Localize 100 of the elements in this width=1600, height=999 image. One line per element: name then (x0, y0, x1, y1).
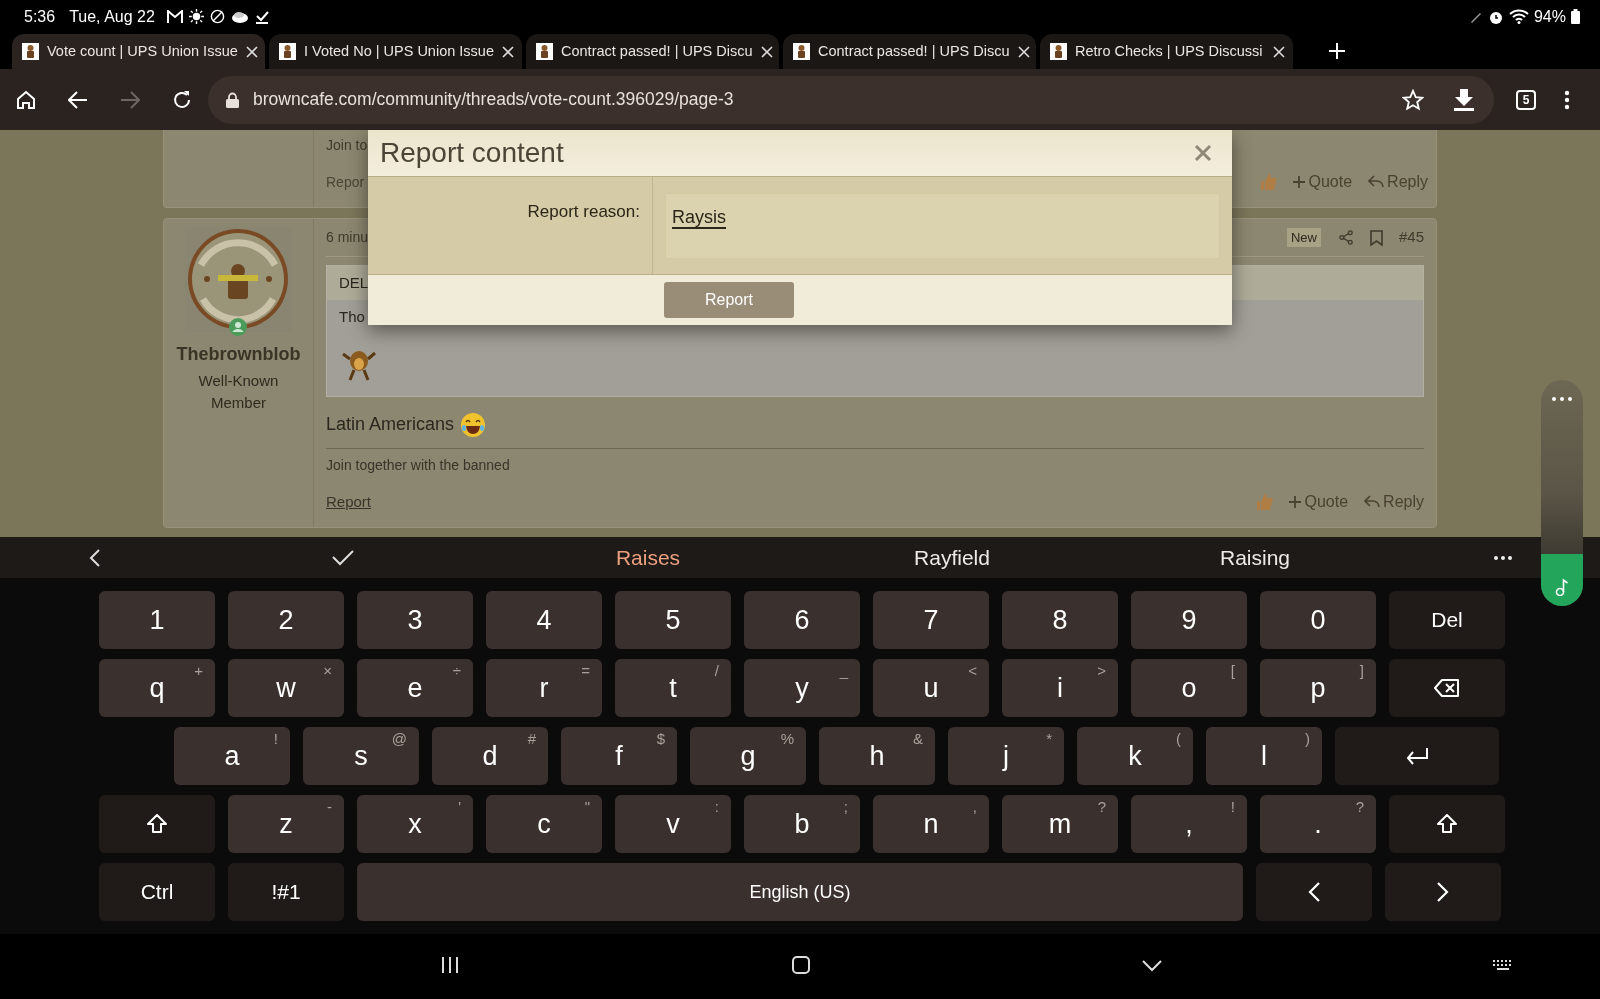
keyboard-key[interactable]: 5 (615, 591, 731, 649)
plus-icon (1292, 176, 1305, 188)
music-note-icon[interactable] (1555, 578, 1569, 596)
key-hint: > (1097, 663, 1106, 678)
keyboard-key[interactable]: . ? (1260, 795, 1376, 853)
keyboard-key[interactable]: !#1 (228, 863, 344, 921)
home-button-icon[interactable] (789, 956, 813, 974)
tab-count[interactable]: 5 (1516, 89, 1536, 110)
keyboard-key[interactable]: p ] (1260, 659, 1376, 717)
keyboard-key[interactable]: g % (690, 727, 806, 785)
keyboard-key[interactable]: u < (873, 659, 989, 717)
suggestion[interactable]: Rayfield (914, 541, 990, 574)
keyboard-key[interactable]: f $ (561, 727, 677, 785)
suggestion[interactable]: Raises (615, 541, 681, 574)
keyboard-key[interactable]: d # (432, 727, 548, 785)
user-title: Well-Known Member (197, 371, 280, 413)
keyboard-key[interactable]: w × (228, 659, 344, 717)
mail-icon (166, 9, 183, 24)
keyboard-key[interactable]: t / (615, 659, 731, 717)
chevron-right-icon (1436, 882, 1450, 902)
post-message: Latin Americans (326, 413, 455, 436)
browser-tab[interactable]: Retro Checks | UPS Discussi (1040, 34, 1293, 69)
url-text: browncafe.com/community/threads/vote-count.396029/page-3 (253, 88, 735, 112)
browser-tab[interactable]: Contract passed! | UPS Discu (783, 34, 1036, 69)
reply-icon (1368, 175, 1385, 189)
keyboard-key[interactable]: English (US) (357, 863, 1243, 921)
sun-icon (188, 9, 204, 24)
keyboard-key[interactable]: Ctrl (99, 863, 215, 921)
keyboard-key[interactable]: i > (1002, 659, 1118, 717)
keyboard-key[interactable]: e ÷ (357, 659, 473, 717)
lock-icon (226, 91, 239, 108)
quote-text: Tho (338, 307, 366, 327)
back-icon[interactable] (68, 90, 88, 109)
reload-icon[interactable] (172, 89, 192, 110)
key-hint: ( (1176, 731, 1181, 746)
floating-panel[interactable] (1541, 380, 1583, 606)
download-icon[interactable] (1454, 88, 1474, 111)
share-icon[interactable] (1338, 230, 1354, 245)
bookmark-icon[interactable] (1369, 229, 1383, 246)
battery-percentage: 94% (1533, 6, 1566, 27)
keyboard-key[interactable]: v : (615, 795, 731, 853)
key-hint: + (194, 663, 203, 678)
key-hint: ? (1355, 799, 1364, 814)
keyboard-key[interactable]: 0 (1260, 591, 1376, 649)
key-hint: < (968, 663, 977, 678)
keyboard-key[interactable]: c " (486, 795, 602, 853)
keyboard-key[interactable]: q + (99, 659, 215, 717)
home-icon[interactable] (16, 89, 36, 110)
keyboard-key[interactable]: 1 (99, 591, 215, 649)
keyboard-key[interactable]: j * (948, 727, 1064, 785)
keyboard-key[interactable]: a ! (174, 727, 290, 785)
username: Thebrownblob (176, 343, 301, 366)
tab-title: Vote count | UPS Union Issue (47, 41, 238, 61)
keyboard-key[interactable]: h & (819, 727, 935, 785)
input-field[interactable]: Raysis (665, 193, 1220, 259)
collapse-icon[interactable] (89, 547, 101, 568)
favicon-icon (22, 43, 39, 60)
star-icon[interactable] (1402, 88, 1424, 111)
keyboard-key[interactable]: z - (228, 795, 344, 853)
keyboard-key[interactable]: n , (873, 795, 989, 853)
address-bar[interactable]: browncafe.com/community/threads/vote-count.396029/page-3 (208, 75, 1494, 124)
keyboard-key[interactable]: 9 (1131, 591, 1247, 649)
keyboard-key[interactable]: 4 (486, 591, 602, 649)
tab-title: Contract passed! | UPS Discu (818, 41, 1010, 61)
keyboard-key[interactable]: 8 (1002, 591, 1118, 649)
key-hint: _ (839, 663, 848, 678)
browser-tab[interactable]: Contract passed! | UPS Discu (526, 34, 779, 69)
key-hint: ? (1097, 799, 1106, 814)
keyboard-key[interactable]: 3 (357, 591, 473, 649)
key-hint: ! (1230, 799, 1235, 814)
favicon-icon (536, 43, 553, 60)
keyboard-key[interactable]: s @ (303, 727, 419, 785)
browser-tab[interactable]: Vote count | UPS Union Issue (12, 34, 265, 69)
keyboard-key[interactable]: y _ (744, 659, 860, 717)
plus-icon (1288, 496, 1301, 508)
keyboard-key[interactable]: o [ (1131, 659, 1247, 717)
keyboard-key[interactable]: m ? (1002, 795, 1118, 853)
post-time: 6 minu (326, 228, 369, 247)
keyboard-key[interactable]: 2 (228, 591, 344, 649)
new-tab-icon[interactable] (1329, 43, 1345, 59)
keyboard-key[interactable]: 6 (744, 591, 860, 649)
status-time: 5:36 (24, 6, 56, 27)
keyboard-key[interactable]: , ! (1131, 795, 1247, 853)
key-hint: # (527, 731, 536, 746)
keyboard-key[interactable]: k ( (1077, 727, 1193, 785)
keyboard-key[interactable]: Del (1389, 591, 1505, 649)
check-icon[interactable] (332, 549, 354, 566)
keyboard-key[interactable] (1389, 659, 1505, 717)
keyboard-key[interactable]: 7 (873, 591, 989, 649)
keyboard-key[interactable]: l ) (1206, 727, 1322, 785)
menu-icon[interactable] (1564, 89, 1570, 110)
online-status-icon (229, 318, 247, 336)
more-icon[interactable] (1494, 555, 1512, 560)
browser-tab[interactable]: I Voted No | UPS Union Issue (269, 34, 522, 69)
keyboard-key[interactable]: x ' (357, 795, 473, 853)
keyboard-key[interactable]: r = (486, 659, 602, 717)
key-hint: ÷ (452, 663, 461, 678)
keyboard-key[interactable]: b ; (744, 795, 860, 853)
backspace-icon (1434, 678, 1460, 698)
suggestion[interactable]: Raising (1219, 541, 1290, 574)
